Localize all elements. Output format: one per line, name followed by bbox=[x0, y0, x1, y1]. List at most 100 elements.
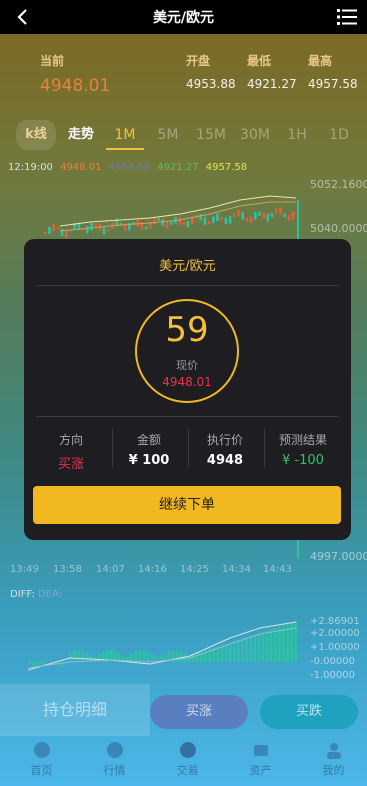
macd-axis-label: +2.00000 bbox=[310, 628, 360, 639]
nav-item-profile[interactable]: 我的 bbox=[297, 740, 367, 778]
macd-bar bbox=[77, 650, 80, 662]
holdings-detail-button[interactable]: 持仓明细 bbox=[0, 684, 150, 736]
time-tick: 14:25 bbox=[180, 564, 209, 575]
amount-value: ¥ 100 bbox=[128, 453, 170, 468]
macd-axis-label: -1.00000 bbox=[310, 670, 355, 681]
candle bbox=[94, 223, 97, 227]
candle bbox=[144, 226, 148, 230]
user-icon bbox=[326, 743, 341, 759]
tab-1m[interactable]: 1M bbox=[106, 120, 144, 150]
time-tick: 14:07 bbox=[96, 564, 125, 575]
time-axis: 13:49 13:58 14:07 14:16 14:25 14:34 14:4… bbox=[10, 564, 310, 576]
macd-bar bbox=[142, 650, 146, 662]
candle bbox=[220, 216, 223, 221]
direction-value: 买涨 bbox=[57, 457, 84, 472]
time-tick: 14:43 bbox=[263, 564, 292, 575]
low-label: 最低 bbox=[247, 54, 272, 68]
tab-30m[interactable]: 30M bbox=[236, 120, 274, 150]
trade-actions: 持仓明细 买涨 买跌 bbox=[0, 684, 367, 736]
column-divider bbox=[264, 429, 265, 467]
tab-kline[interactable]: k线 bbox=[16, 120, 56, 150]
candle bbox=[212, 216, 215, 224]
tab-trend[interactable]: 走势 bbox=[60, 120, 102, 150]
macd-bar bbox=[228, 642, 232, 662]
candle bbox=[56, 227, 60, 230]
macd-bar bbox=[28, 662, 31, 664]
candle bbox=[228, 215, 232, 224]
macd-bar bbox=[278, 626, 281, 662]
page-title: 美元/欧元 bbox=[152, 10, 215, 26]
candle bbox=[178, 216, 181, 225]
macd-bar bbox=[245, 637, 248, 662]
nav-item-home[interactable]: 首页 bbox=[5, 740, 78, 778]
macd-bar bbox=[179, 651, 183, 662]
candle bbox=[283, 213, 286, 218]
ohlc-value-3: 4921.27 bbox=[157, 162, 199, 173]
candle bbox=[186, 220, 190, 228]
list-menu-icon[interactable] bbox=[337, 8, 357, 26]
buy-down-button[interactable]: 买跌 bbox=[260, 695, 358, 729]
candle bbox=[165, 221, 169, 229]
candle bbox=[224, 217, 228, 225]
back-arrow-icon[interactable] bbox=[14, 8, 32, 26]
candle bbox=[254, 211, 257, 220]
macd-axis-label: -0.00000 bbox=[310, 656, 355, 667]
candle bbox=[287, 214, 291, 221]
tab-15m[interactable]: 15M bbox=[192, 120, 230, 150]
nav-item-trade[interactable]: 交易 bbox=[151, 740, 224, 778]
high-label: 最高 bbox=[308, 54, 333, 68]
candle bbox=[102, 227, 106, 235]
candle bbox=[249, 216, 253, 223]
macd-bar bbox=[233, 641, 236, 662]
macd-bar bbox=[282, 625, 285, 662]
macd-bar bbox=[249, 635, 252, 662]
nav-label: 我的 bbox=[322, 764, 345, 777]
candle bbox=[86, 226, 89, 234]
tab-1d[interactable]: 1D bbox=[322, 120, 356, 150]
macd-bar bbox=[36, 662, 39, 666]
candle bbox=[258, 212, 261, 216]
nav-item-assets[interactable]: 资产 bbox=[224, 740, 297, 778]
macd-bar bbox=[73, 650, 76, 662]
column-divider bbox=[112, 429, 113, 467]
time-tick: 13:58 bbox=[53, 564, 82, 575]
ohlc-bar: 12:19:00 4948.01 4953.88 4921.27 4957.58 bbox=[8, 162, 251, 173]
candle bbox=[182, 222, 186, 226]
macd-bar bbox=[175, 650, 179, 662]
direction-column: 方向 买涨 bbox=[36, 431, 106, 472]
high-value: 4957.58 bbox=[308, 77, 358, 91]
macd-bar bbox=[269, 629, 273, 662]
candle bbox=[203, 217, 207, 226]
countdown-seconds: 59 bbox=[165, 310, 209, 350]
candle bbox=[291, 211, 295, 220]
period-tabs: k线 走势 1M 5M 15M 30M 1H 1D bbox=[0, 120, 367, 152]
candle bbox=[65, 230, 68, 238]
candle bbox=[107, 228, 110, 232]
macd-chart: +2.86901 +2.00000 +1.00000 -0.00000 -1.0… bbox=[27, 616, 360, 681]
candle bbox=[170, 221, 173, 225]
candle bbox=[157, 217, 160, 221]
candle bbox=[44, 232, 47, 234]
divider bbox=[36, 285, 339, 286]
nav-item-market[interactable]: 行情 bbox=[78, 740, 151, 778]
buy-up-button[interactable]: 买涨 bbox=[150, 695, 248, 729]
current-label: 当前 bbox=[40, 54, 65, 68]
tab-5m[interactable]: 5M bbox=[150, 120, 186, 150]
candle bbox=[207, 220, 211, 225]
candle bbox=[216, 213, 219, 222]
time-tick: 13:49 bbox=[10, 564, 39, 575]
ohlc-value-1: 4948.01 bbox=[60, 162, 102, 173]
macd-bar bbox=[138, 650, 142, 662]
prediction-value: ¥ -100 bbox=[282, 453, 324, 468]
macd-bar bbox=[69, 651, 72, 662]
ma-line-1 bbox=[59, 195, 297, 227]
exec-price-column: 执行价 4948 bbox=[190, 431, 260, 468]
candle bbox=[60, 228, 64, 237]
market-icon bbox=[106, 742, 123, 758]
candle bbox=[199, 214, 202, 221]
nav-label: 交易 bbox=[176, 764, 199, 777]
macd-bar bbox=[241, 638, 244, 662]
candle bbox=[241, 212, 244, 220]
tab-1h[interactable]: 1H bbox=[280, 120, 314, 150]
continue-order-button[interactable]: 继续下单 bbox=[33, 486, 341, 524]
